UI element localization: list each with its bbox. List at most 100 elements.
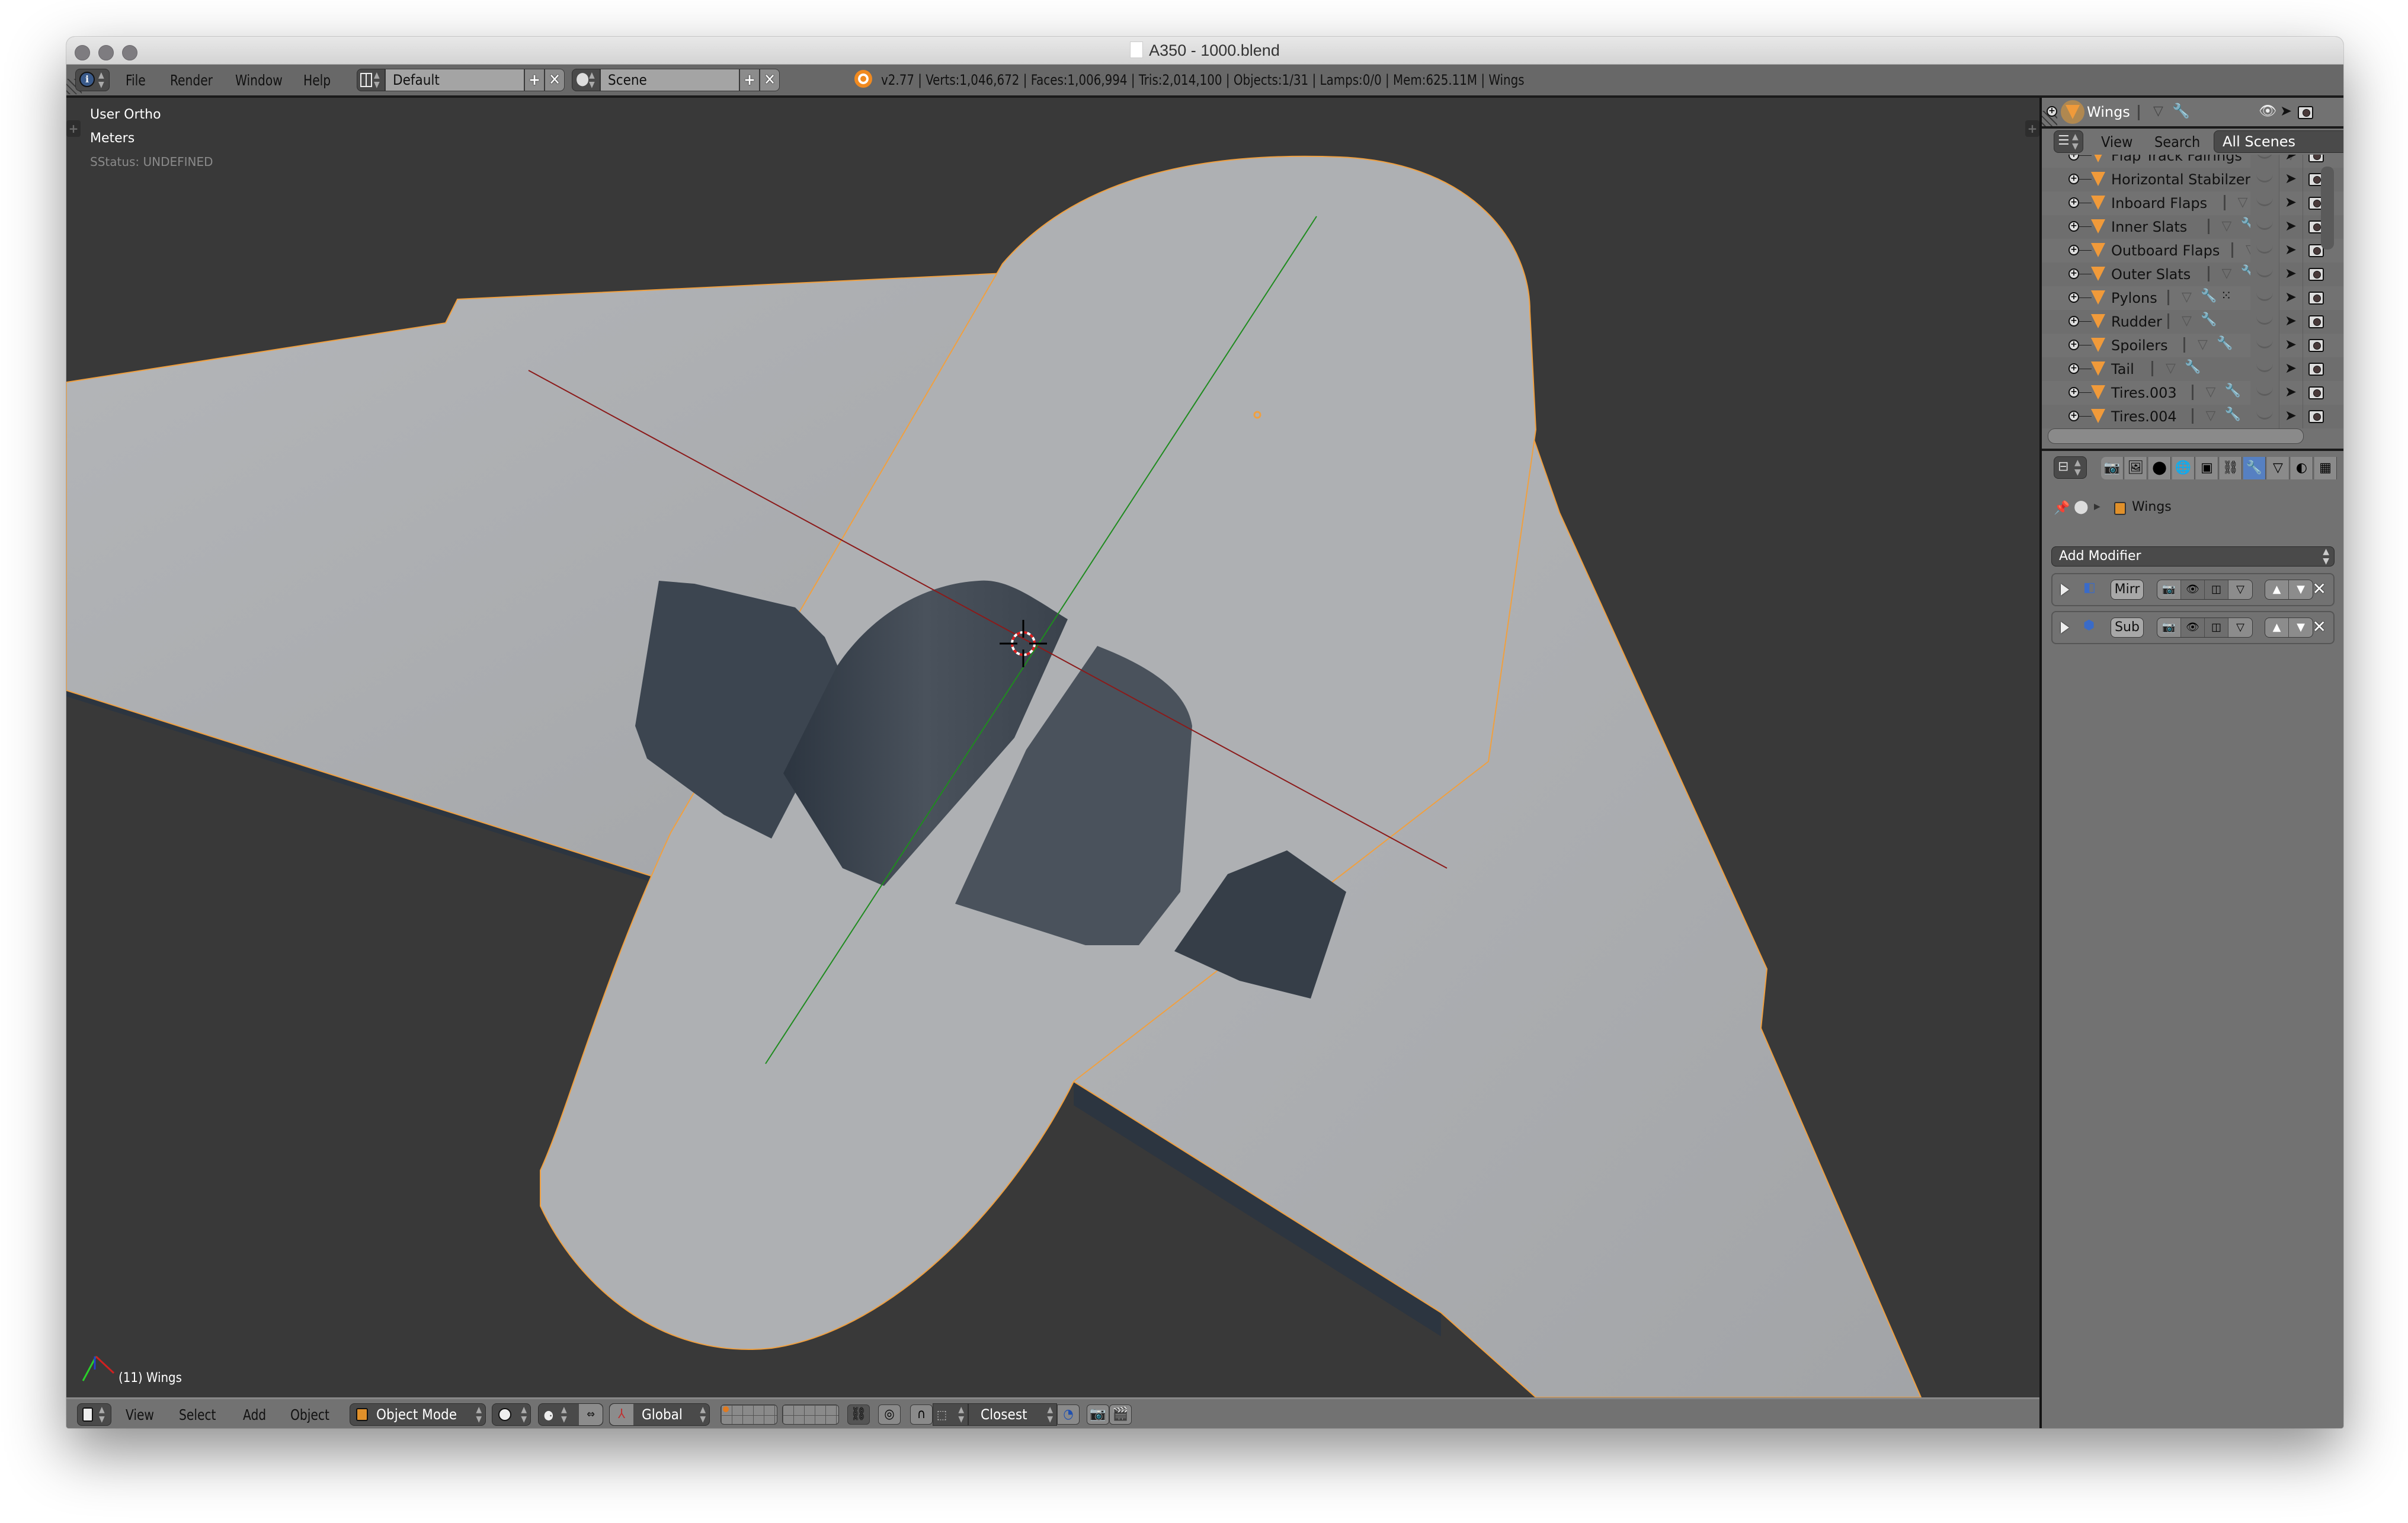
screen-layout-field[interactable]: Default [385, 69, 524, 91]
transform-manipulator-icon[interactable]: ⅄ [610, 1404, 633, 1425]
menu-object[interactable]: Object [290, 1406, 329, 1423]
cursor-icon[interactable]: ➤ [2285, 155, 2297, 163]
menu-file[interactable]: File [126, 72, 146, 89]
mesh-data-icon[interactable]: ▽ [2198, 337, 2208, 352]
wrench-icon[interactable]: 🔧 [2201, 312, 2217, 327]
properties-region-toggle[interactable]: + [2025, 120, 2039, 137]
expand-modifier-toggle[interactable] [2061, 584, 2069, 596]
snap-align-rotation-toggle[interactable]: ◔ [1057, 1404, 1080, 1425]
editor-type-selector-3d[interactable]: ▲ ▼ [77, 1403, 111, 1426]
outliner-item[interactable]: + Spoilers ▽ 🔧 ➤ [2042, 334, 2343, 357]
delete-screen-button[interactable]: ✕ [545, 69, 565, 91]
outliner-item[interactable]: + Tires.004 ▽ 🔧 ➤ [2042, 405, 2343, 428]
outliner-item-name[interactable]: Outer Slats [2111, 266, 2191, 283]
camera-icon[interactable] [2308, 292, 2324, 305]
cursor-icon[interactable]: ➤ [2285, 194, 2297, 210]
mesh-data-icon[interactable]: ▽ [2222, 219, 2232, 233]
outliner-item-name[interactable]: Outboard Flaps [2111, 242, 2220, 259]
opengl-render-animation-button[interactable]: 🎬 [1109, 1404, 1132, 1425]
add-scene-button[interactable]: + [739, 69, 760, 91]
3d-viewport[interactable]: User Ortho Meters SStatus: UNDEFINED + +… [66, 98, 2039, 1397]
mesh-data-icon[interactable]: ▽ [2206, 385, 2216, 399]
cursor-icon[interactable]: ➤ [2280, 103, 2292, 119]
active-object-name[interactable]: Wings [2087, 104, 2130, 120]
snap-toggle[interactable]: ∩ [910, 1404, 933, 1425]
cursor-icon[interactable]: ➤ [2285, 289, 2297, 305]
properties-tab-world[interactable]: 🌐 [2172, 457, 2195, 479]
scene-field[interactable]: Scene [600, 69, 739, 91]
delete-scene-button[interactable]: ✕ [760, 69, 780, 91]
camera-icon[interactable] [2308, 268, 2324, 281]
camera-icon[interactable] [2308, 339, 2324, 352]
transform-orientation-selector[interactable]: ⅄ Global ▲ ▼ [609, 1403, 710, 1426]
outliner-item[interactable]: + Inner Slats ▽ 🔧 ➤ [2042, 215, 2343, 239]
properties-tab-scene[interactable]: ⬤ [2148, 457, 2171, 479]
outliner-item-name[interactable]: Spoilers [2111, 337, 2168, 354]
menu-select[interactable]: Select [179, 1406, 216, 1423]
wrench-icon[interactable]: 🔧 [2201, 289, 2217, 303]
add-modifier-dropdown[interactable]: Add Modifier ▲ ▼ [2051, 546, 2335, 567]
menu-help[interactable]: Help [303, 72, 331, 89]
expand-icon[interactable]: + [2068, 221, 2079, 232]
wrench-icon[interactable]: 🔧 [2185, 360, 2201, 375]
cursor-icon[interactable]: ➤ [2285, 336, 2297, 353]
remove-modifier-button[interactable]: ✕ [2313, 617, 2326, 636]
camera-icon[interactable] [2308, 410, 2324, 423]
cursor-icon[interactable]: ➤ [2285, 265, 2297, 281]
outliner-item[interactable]: +Inboard Flaps▽🔧➤ [2042, 191, 2343, 215]
expand-icon[interactable]: + [2068, 363, 2079, 374]
camera-icon[interactable] [2308, 386, 2324, 399]
outliner-list[interactable]: + Flap Track Fairings ▽ 🔧 ➤ + Horizontal Stabi… [2042, 155, 2343, 449]
outliner-item-name[interactable]: Inboard Flaps [2111, 195, 2207, 212]
wrench-icon[interactable]: 🔧 [2217, 336, 2233, 351]
layer-buttons-group-1[interactable] [721, 1404, 777, 1425]
expand-icon[interactable]: + [2068, 411, 2079, 421]
expand-icon[interactable]: + [2068, 316, 2079, 327]
outliner-item-name[interactable]: Flap Track Fairings [2111, 155, 2242, 164]
outliner-horizontal-scrollbar[interactable] [2048, 428, 2304, 444]
outliner-item-name[interactable]: Rudder [2111, 313, 2162, 330]
wrench-icon[interactable]: 🔧 [2172, 103, 2190, 119]
remove-modifier-button[interactable]: ✕ [2313, 579, 2326, 599]
outliner-item-name[interactable]: Tail [2111, 361, 2134, 377]
outliner-menu-search[interactable]: Search [2154, 133, 2200, 151]
pivot-point-selector[interactable]: ⚈ ▲ ▼ ⇔ [538, 1403, 603, 1426]
mesh-data-icon[interactable]: ▽ [2182, 313, 2192, 328]
expand-icon[interactable]: + [2047, 106, 2057, 117]
move-up-button[interactable]: ▲ [2265, 580, 2289, 599]
cursor-icon[interactable]: ➤ [2285, 312, 2297, 329]
outliner-item[interactable]: +Flap Track Fairings▽🔧➤ [2042, 155, 2343, 168]
cage-toggle[interactable]: ▽ [2228, 580, 2252, 599]
outliner-item-name[interactable]: Inner Slats [2111, 219, 2187, 235]
menu-window[interactable]: Window [235, 72, 283, 89]
outliner-item[interactable]: + Tail ▽ 🔧 ➤ [2042, 357, 2343, 381]
outliner-item[interactable]: +Outboard Flaps▽➤ [2042, 239, 2343, 263]
properties-editor-type[interactable]: ⊟ ▲ ▼ [2054, 456, 2087, 479]
properties-tab-render-layers[interactable]: 🖼 [2125, 457, 2147, 479]
tool-shelf-toggle[interactable]: + [66, 120, 81, 137]
outliner-item-name[interactable]: Tires.004 [2111, 408, 2177, 425]
eye-icon[interactable]: 👁 [2259, 103, 2276, 119]
cursor-icon[interactable]: ➤ [2285, 241, 2297, 258]
menu-view[interactable]: View [126, 1406, 154, 1423]
cage-toggle[interactable]: ▽ [2228, 618, 2252, 637]
menu-add[interactable]: Add [243, 1406, 266, 1423]
outliner-active-row[interactable]: + Wings ▽ 🔧 👁 ➤ [2042, 98, 2343, 129]
outliner-item-name[interactable]: Pylons [2111, 290, 2157, 306]
viewport-toggle[interactable]: 👁 [2181, 580, 2205, 599]
cursor-icon[interactable]: ➤ [2285, 383, 2297, 400]
snap-target-selector[interactable]: Closest ▲ ▼ [968, 1403, 1057, 1426]
viewport-toggle[interactable]: 👁 [2181, 618, 2205, 637]
properties-tab-texture[interactable]: ▦ [2314, 457, 2337, 479]
outliner-editor-type[interactable]: ☰ ▲ ▼ [2054, 130, 2083, 153]
editmode-toggle[interactable]: ◫ [2205, 618, 2228, 637]
mesh-data-icon[interactable]: ▽ [2206, 408, 2216, 423]
scene-browse[interactable]: ⬤ ▲ ▼ [572, 69, 600, 91]
camera-icon[interactable] [2308, 315, 2324, 328]
mesh-data-icon[interactable]: ▽ [2182, 290, 2192, 305]
camera-icon[interactable] [2308, 363, 2324, 376]
cursor-icon[interactable]: ➤ [2285, 407, 2297, 424]
lock-layers-toggle[interactable]: ⛓ [847, 1404, 870, 1425]
properties-tab-modifiers[interactable]: 🔧 [2243, 457, 2266, 479]
modifier-name-field[interactable]: Sub [2111, 617, 2144, 638]
